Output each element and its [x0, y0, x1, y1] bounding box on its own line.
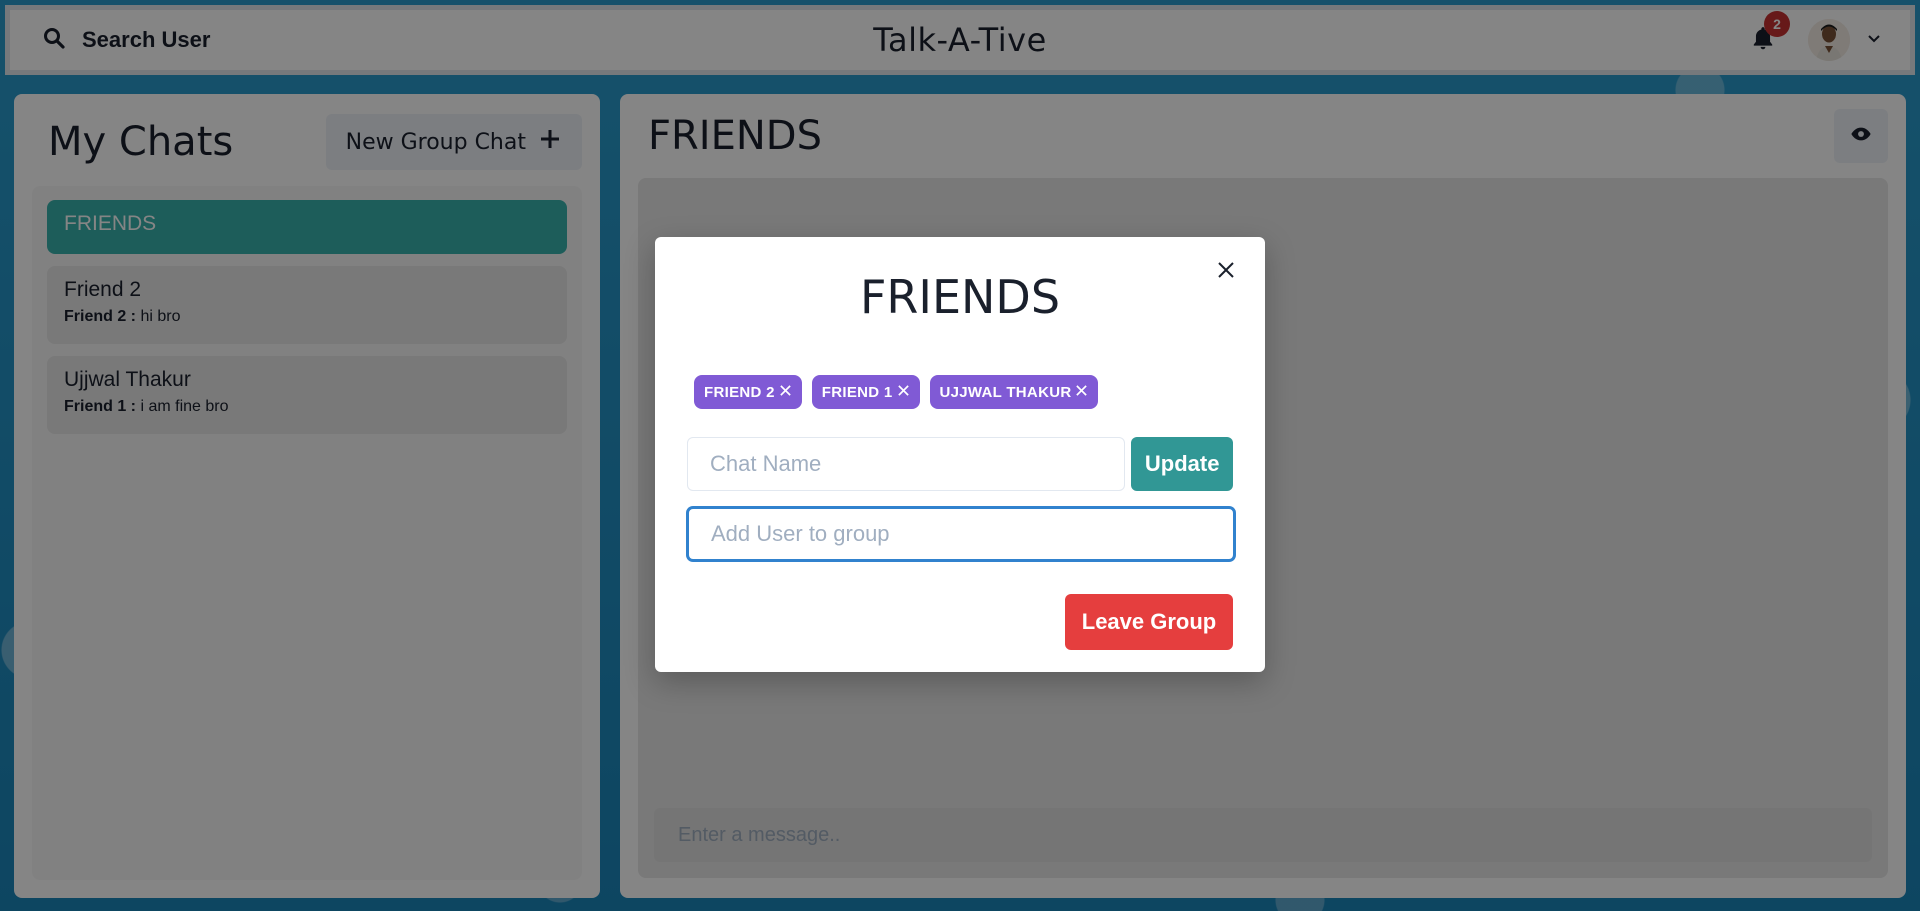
- member-badge-label: UJJWAL THAKUR: [939, 383, 1072, 401]
- member-badge[interactable]: FRIEND 2: [694, 375, 802, 409]
- update-button[interactable]: Update: [1131, 437, 1233, 491]
- member-badge-label: FRIEND 2: [704, 383, 775, 401]
- modal-title: FRIENDS: [859, 270, 1061, 324]
- remove-member-icon[interactable]: [779, 384, 792, 401]
- member-badge[interactable]: FRIEND 1: [811, 375, 920, 409]
- modal-close-button[interactable]: [1211, 257, 1241, 287]
- remove-member-icon[interactable]: [1075, 384, 1088, 401]
- add-user-input[interactable]: [687, 507, 1235, 561]
- group-members: FRIEND 2 FRIEND 1 UJJWAL THAKUR: [694, 375, 1233, 409]
- remove-member-icon[interactable]: [897, 384, 910, 401]
- close-icon: [1216, 260, 1236, 285]
- chat-name-input[interactable]: [687, 437, 1126, 491]
- member-badge-label: FRIEND 1: [821, 383, 893, 401]
- rename-group-row: Update: [687, 437, 1233, 491]
- update-group-modal: FRIENDS FRIEND 2 FRIEND 1 UJJWAL THAKUR …: [655, 237, 1265, 672]
- member-badge[interactable]: UJJWAL THAKUR: [929, 375, 1099, 409]
- leave-group-button[interactable]: Leave Group: [1065, 594, 1233, 650]
